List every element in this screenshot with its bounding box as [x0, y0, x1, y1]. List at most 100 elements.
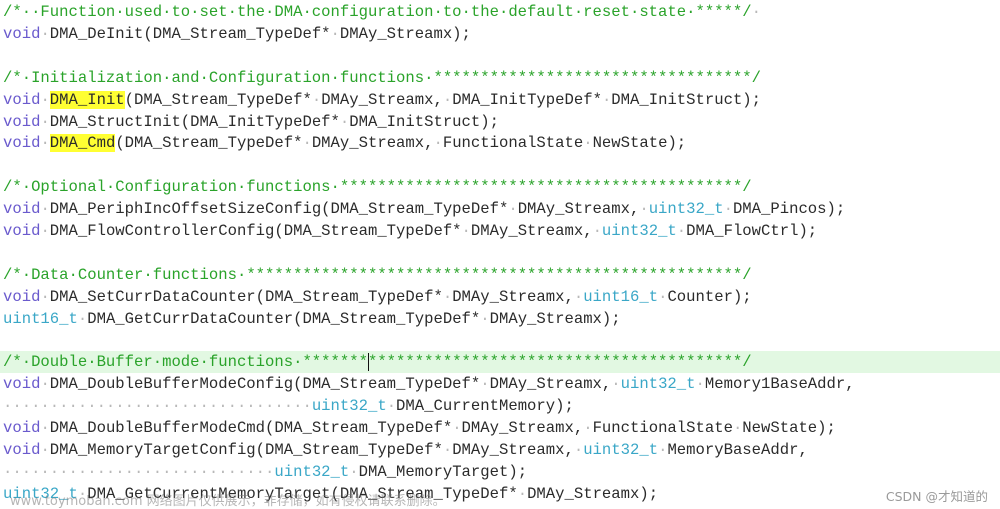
code-text: MemoryBaseAddr, [667, 441, 808, 459]
whitespace-marker: · [40, 375, 50, 394]
comment-text: /*·Double·Buffer·mode·functions· [3, 353, 303, 372]
code-text: DMAy_Streamx); [339, 24, 471, 43]
code-line[interactable]: void·DMA_Cmd(DMA_Stream_TypeDef*·DMAy_St… [0, 132, 1000, 154]
code-text: DMA_StructInit(DMA_InitTypeDef* [49, 112, 340, 131]
code-text: (DMA_Stream_TypeDef* [115, 134, 303, 153]
code-line[interactable]: void·DMA_StructInit(DMA_InitTypeDef*·DMA… [0, 111, 1000, 133]
whitespace-marker: · [442, 441, 453, 459]
code-line[interactable] [0, 242, 1000, 264]
code-line[interactable]: ·································uint32_… [0, 395, 1000, 417]
code-line[interactable]: void·DMA_FlowControllerConfig(DMA_Stream… [0, 220, 1000, 242]
code-text: Counter); [667, 287, 752, 306]
code-line[interactable]: void·DMA_Init(DMA_Stream_TypeDef*·DMAy_S… [0, 89, 1000, 111]
whitespace-marker: · [573, 287, 584, 306]
comment-stars: ****************************************… [246, 265, 752, 284]
whitespace-marker: · [461, 222, 471, 240]
code-text: DMA_InitStruct); [349, 112, 499, 131]
whitespace-marker: · [349, 462, 359, 481]
comment-stars: ******* [302, 353, 368, 372]
code-line[interactable]: /*·Optional·Configuration·functions·****… [0, 176, 1000, 198]
whitespace-marker: · [40, 112, 50, 131]
comment-text: /*·Data·Counter·functions· [3, 265, 247, 284]
type-name: uint32_t [648, 200, 724, 219]
whitespace-marker: · [573, 441, 584, 459]
whitespace-marker: · [442, 90, 453, 109]
code-text: DMA_FlowCtrl); [686, 222, 818, 240]
code-text: DMAy_Streamx, [517, 200, 640, 219]
code-line[interactable]: /*·Data·Counter·functions·**************… [0, 264, 1000, 286]
whitespace-marker: · [302, 134, 312, 153]
whitespace-marker: · [339, 112, 350, 131]
code-text: DMA_DoubleBufferModeCmd(DMA_Stream_TypeD… [49, 419, 453, 438]
code-text: DMAy_Streamx); [489, 309, 621, 328]
whitespace-marker: · [40, 222, 50, 240]
keyword: void [3, 375, 41, 394]
whitespace-marker: · [40, 441, 50, 459]
whitespace-marker: · [723, 200, 733, 219]
keyword: void [3, 24, 41, 43]
whitespace-marker: · [676, 222, 687, 240]
code-line[interactable] [0, 154, 1000, 176]
code-line[interactable]: /*·Initialization·and·Configuration·func… [0, 67, 1000, 89]
highlighted-identifier: DMA_Cmd [49, 134, 116, 153]
code-text: DMA_DeInit(DMA_Stream_TypeDef* [49, 24, 331, 43]
highlighted-identifier: DMA_Init [49, 90, 125, 109]
whitespace-marker: · [751, 3, 761, 21]
code-line[interactable]: /*··Function·used·to·set·the·DMA·configu… [0, 1, 1000, 23]
code-line[interactable]: void·DMA_PeriphIncOffsetSizeConfig(DMA_S… [0, 198, 1000, 220]
code-text: DMA_InitStruct); [611, 90, 762, 109]
code-text: DMAy_Streamx, [461, 419, 584, 438]
whitespace-marker: · [77, 309, 88, 328]
comment-stars: **********************************/ [433, 68, 761, 87]
type-name: uint32_t [311, 397, 387, 416]
code-line[interactable]: void·DMA_MemoryTargetConfig(DMA_Stream_T… [0, 439, 1000, 461]
author-watermark: CSDN @才知道的 [885, 489, 988, 504]
code-line[interactable] [0, 330, 1000, 352]
type-name: uint16_t [3, 309, 78, 328]
code-line[interactable]: ·····························uint32_t·DM… [0, 461, 1000, 483]
whitespace-marker: · [40, 419, 50, 438]
code-line[interactable]: uint16_t·DMA_GetCurrDataCounter(DMA_Stre… [0, 308, 1000, 330]
whitespace-marker: · [40, 200, 50, 219]
type-name: uint32_t [274, 462, 350, 481]
whitespace-marker: · [583, 419, 593, 438]
keyword: void [3, 200, 41, 219]
keyword: void [3, 441, 41, 459]
keyword: void [3, 287, 41, 306]
type-name: uint32_t [583, 441, 659, 459]
whitespace-marker: · [583, 134, 593, 153]
whitespace-marker: · [732, 419, 743, 438]
code-text: DMA_CurrentMemory); [396, 397, 574, 416]
code-line[interactable] [0, 45, 1000, 67]
code-line[interactable]: void·DMA_SetCurrDataCounter(DMA_Stream_T… [0, 286, 1000, 308]
code-text: DMA_Pincos); [732, 200, 846, 219]
type-name: uint32_t [620, 375, 696, 394]
whitespace-marker: · [695, 375, 705, 394]
code-line[interactable]: void·DMA_DoubleBufferModeConfig(DMA_Stre… [0, 373, 1000, 395]
code-editor[interactable]: /*··Function·used·to·set·the·DMA·configu… [0, 0, 1000, 509]
code-line-current[interactable]: /*·Double·Buffer·mode·functions·********… [0, 351, 1000, 374]
code-line[interactable]: void·DMA_DeInit(DMA_Stream_TypeDef*·DMAy… [0, 23, 1000, 45]
whitespace-marker: · [40, 134, 50, 153]
code-text: DMA_GetCurrDataCounter(DMA_Stream_TypeDe… [87, 309, 481, 328]
whitespace-marker: ····························· [3, 462, 275, 481]
whitespace-marker: · [433, 134, 443, 153]
comment-text: /*··Function·used·to·set·the·DMA·configu… [3, 3, 696, 21]
code-text: DMAy_Streamx, [452, 287, 574, 306]
whitespace-marker: · [452, 419, 462, 438]
comment-stars: ****************************************… [339, 178, 752, 197]
whitespace-marker: · [40, 287, 50, 306]
whitespace-marker: · [386, 397, 397, 416]
whitespace-marker: · [480, 375, 490, 394]
code-text: DMA_PeriphIncOffsetSizeConfig(DMA_Stream… [49, 200, 509, 219]
code-text: DMAy_Streamx, [470, 222, 593, 240]
type-name: uint32_t [601, 222, 677, 240]
comment-stars: ****************************************… [367, 353, 752, 372]
code-text: DMAy_Streamx, [321, 90, 443, 109]
whitespace-marker: · [517, 484, 528, 503]
keyword: void [3, 419, 41, 438]
code-line[interactable]: void·DMA_DoubleBufferModeCmd(DMA_Stream_… [0, 417, 1000, 439]
whitespace-marker: · [311, 90, 322, 109]
code-text: FunctionalState [592, 419, 733, 438]
code-text: DMA_MemoryTargetConfig(DMA_Stream_TypeDe… [49, 441, 443, 459]
